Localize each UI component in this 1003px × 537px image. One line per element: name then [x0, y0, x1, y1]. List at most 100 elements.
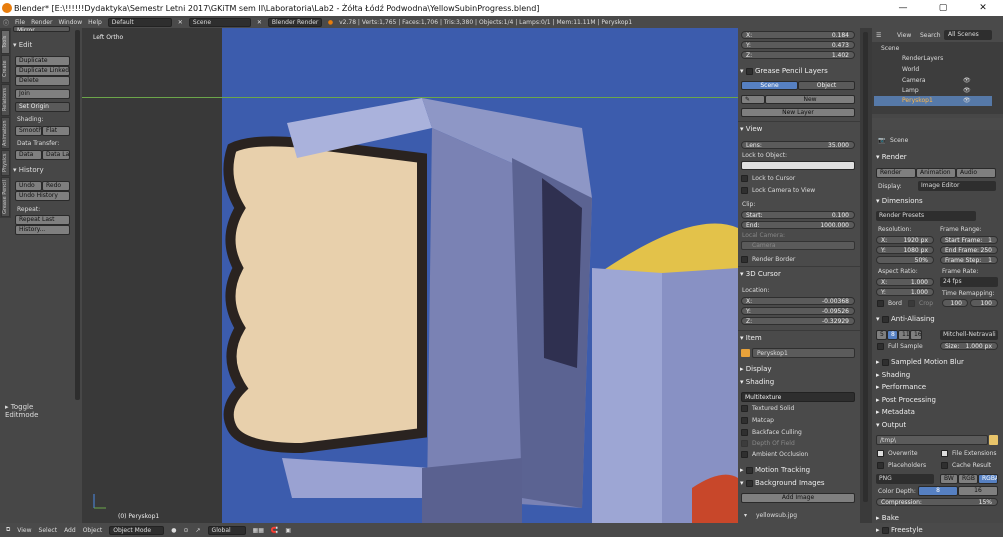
freestyle-header[interactable]: Freestyle	[891, 526, 923, 534]
backface-checkbox[interactable]	[741, 429, 748, 436]
smb-checkbox[interactable]	[881, 358, 889, 366]
post-processing-header[interactable]: Post Processing	[882, 396, 936, 404]
properties-context-tabs[interactable]	[872, 118, 1003, 130]
full-sample-checkbox[interactable]	[877, 343, 884, 350]
collapse-arrow-icon[interactable]: ▸	[876, 383, 880, 391]
render-preview-icon[interactable]: ▣	[285, 527, 291, 534]
render-panel-header[interactable]: Render	[882, 153, 907, 161]
add-image-button[interactable]: Add Image	[741, 493, 855, 503]
output-path-field[interactable]: /tmp\	[876, 435, 988, 445]
display-select[interactable]: Image Editor	[918, 181, 996, 191]
duplicate-button[interactable]: Duplicate	[15, 56, 70, 66]
res-percent-field[interactable]: 50%	[876, 256, 934, 264]
tab-relations[interactable]: Relations	[1, 84, 10, 116]
start-frame-field[interactable]: Start Frame: 1	[940, 236, 998, 244]
history-button[interactable]: History...	[15, 225, 70, 235]
cursor-y-field[interactable]: Y: -0.09526	[741, 307, 855, 315]
duplicate-linked-button[interactable]: Duplicate Linked	[15, 66, 70, 76]
collapse-arrow-icon[interactable]: ▸	[740, 466, 744, 474]
mirror-button[interactable]: Mirror	[13, 26, 70, 32]
collapse-arrow-icon[interactable]: ▾	[740, 334, 744, 342]
res-y-field[interactable]: Y: 1080 px	[876, 246, 934, 254]
minimize-button[interactable]: —	[883, 0, 923, 16]
res-x-field[interactable]: X: 1920 px	[876, 236, 934, 244]
display-header[interactable]: Display	[746, 365, 772, 373]
visibility-eye-icon[interactable]: 👁	[963, 97, 971, 104]
bg-image-expand-icon[interactable]: ▾	[744, 512, 747, 519]
lock-camera-checkbox[interactable]	[741, 187, 748, 194]
editor-type-icon[interactable]: ⓘ	[3, 18, 9, 27]
scene-selector[interactable]: Scene	[188, 17, 251, 27]
collapse-arrow-icon[interactable]: ▾	[740, 378, 744, 386]
object-menu[interactable]: Object	[83, 527, 103, 534]
history-panel-header[interactable]: History	[19, 166, 44, 174]
repeat-last-button[interactable]: Repeat Last	[15, 215, 70, 225]
join-button[interactable]: Join	[15, 89, 70, 99]
set-origin-button[interactable]: Set Origin	[15, 102, 70, 112]
frame-rate-select[interactable]: 24 fps	[940, 277, 998, 287]
pencil-icon[interactable]: ✎	[741, 95, 765, 104]
3d-viewport[interactable]: Left Ortho (0) Peryskop1	[82, 28, 738, 523]
layout-selector[interactable]: Default	[107, 17, 172, 27]
dof-checkbox[interactable]	[741, 440, 748, 447]
outliner-peryskop[interactable]: Peryskop1	[902, 97, 933, 104]
item-name-field[interactable]: Peryskop1	[752, 348, 855, 358]
crop-checkbox[interactable]	[908, 300, 915, 307]
tab-animation[interactable]: Animation	[1, 117, 10, 149]
x-field[interactable]: X: 0.184	[741, 31, 855, 39]
mode-select[interactable]: Object Mode	[109, 525, 165, 535]
manipulator-icon[interactable]: ↗	[196, 527, 201, 534]
shading-header[interactable]: Shading	[746, 378, 774, 386]
time-remap-old-field[interactable]: 100	[942, 299, 968, 307]
orientation-select[interactable]: Global	[207, 525, 246, 535]
collapse-arrow-icon[interactable]: ▸	[876, 514, 880, 522]
placeholders-checkbox[interactable]	[877, 462, 884, 469]
snap-icon[interactable]: 🧲	[271, 527, 278, 534]
close-button[interactable]: ✕	[963, 0, 1003, 16]
undo-history-button[interactable]: Undo History	[15, 191, 70, 201]
file-format-select[interactable]: PNG	[876, 474, 934, 484]
anti-aliasing-header[interactable]: Anti-Aliasing	[891, 315, 935, 323]
data-button[interactable]: Data	[15, 150, 42, 160]
outliner-renderlayers[interactable]: RenderLayers	[902, 55, 943, 62]
outliner-search-menu[interactable]: Search	[920, 32, 941, 39]
outliner-display-select[interactable]: All Scenes	[944, 30, 992, 40]
audio-button[interactable]: Audio	[956, 168, 996, 178]
view-panel-header[interactable]: View	[746, 125, 763, 133]
n-panel-scrollbar[interactable]	[860, 28, 872, 523]
matcap-checkbox[interactable]	[741, 417, 748, 424]
aa-checkbox[interactable]	[881, 315, 889, 323]
rgba-button[interactable]: RGBA	[978, 474, 998, 484]
outliner-lamp[interactable]: Lamp	[902, 87, 919, 94]
color-depth-16-button[interactable]: 16	[958, 486, 998, 496]
cursor-z-field[interactable]: Z: -0.32929	[741, 317, 855, 325]
grease-pencil-header[interactable]: Grease Pencil Layers	[755, 67, 828, 75]
visibility-eye-icon[interactable]: 👁	[963, 77, 971, 84]
maximize-button[interactable]: ▢	[923, 0, 963, 16]
outliner-editor-icon[interactable]: ☰	[876, 32, 881, 39]
render-button[interactable]: Render	[876, 168, 916, 178]
cache-result-checkbox[interactable]	[941, 462, 948, 469]
item-header[interactable]: Item	[746, 334, 762, 342]
render-engine-select[interactable]: Blender Render	[267, 17, 322, 27]
edit-panel-header[interactable]: Edit	[19, 41, 33, 49]
scene-close-icon[interactable]: ✕	[257, 19, 262, 26]
object-toggle[interactable]: Object	[798, 81, 855, 90]
lock-object-field[interactable]	[741, 161, 855, 170]
motion-tracking-header[interactable]: Motion Tracking	[755, 466, 810, 474]
aa-size-field[interactable]: Size: 1.000 px	[940, 342, 998, 350]
file-ext-checkbox[interactable]	[941, 450, 948, 457]
bw-button[interactable]: BW	[940, 474, 958, 484]
collapse-arrow-icon[interactable]: ▾	[740, 270, 744, 278]
data-layout-button[interactable]: Data La	[42, 150, 70, 160]
aa-16-button[interactable]: 16	[910, 330, 922, 340]
viewport-shading-icon[interactable]: ●	[171, 527, 176, 534]
overwrite-checkbox[interactable]	[877, 450, 884, 457]
visibility-eye-icon[interactable]: 👁	[963, 87, 971, 94]
aa-8-button[interactable]: 8	[887, 330, 898, 340]
background-images-header[interactable]: Background Images	[755, 479, 825, 487]
y-field[interactable]: Y: 0.473	[741, 41, 855, 49]
collapse-arrow-icon[interactable]: ▾	[740, 479, 744, 487]
select-menu[interactable]: Select	[39, 527, 58, 534]
bake-header[interactable]: Bake	[882, 514, 899, 522]
